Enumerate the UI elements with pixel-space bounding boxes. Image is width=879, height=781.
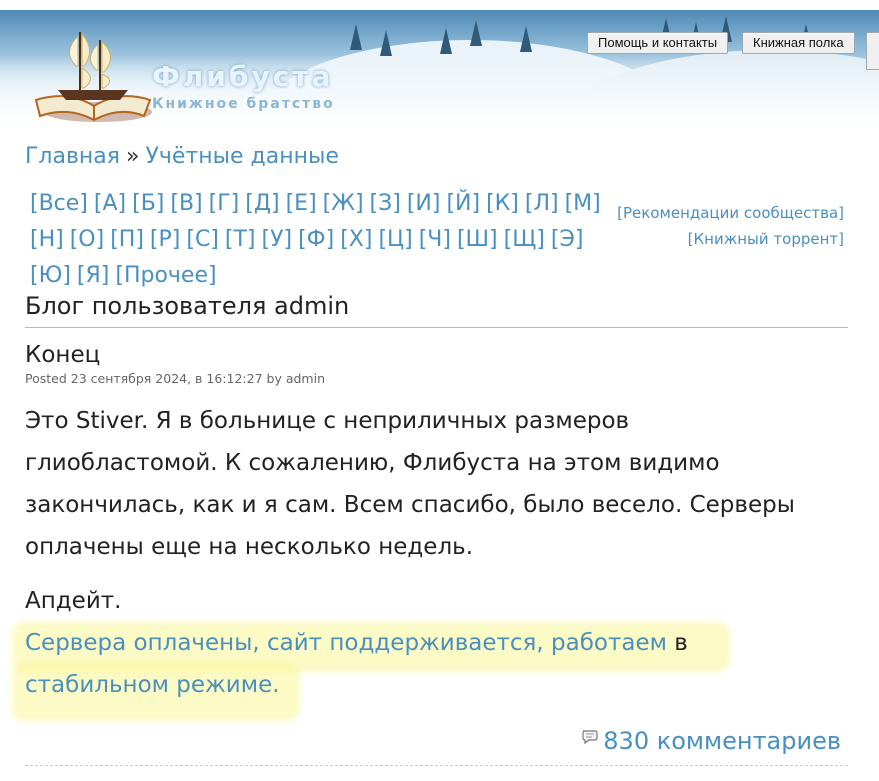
header-tab-edge: [866, 32, 879, 70]
alphabet-link[interactable]: [Г]: [209, 191, 240, 216]
recommendations-link[interactable]: [Рекомендации сообщества]: [617, 204, 844, 222]
alphabet-link[interactable]: [З]: [370, 191, 401, 216]
alphabet-link[interactable]: [Ж]: [323, 191, 364, 216]
site-header: Флибуста Книжное братство Помощь и конта…: [0, 10, 879, 125]
alphabet-link[interactable]: [Ф]: [298, 227, 334, 252]
alphabet-link[interactable]: [Н]: [30, 227, 64, 252]
tree-decoration: [470, 20, 482, 46]
alphabet-link-other[interactable]: [Прочее]: [115, 263, 216, 288]
comments-link-wrapper[interactable]: 830 комментариев: [581, 727, 841, 755]
alphabet-link[interactable]: [Х]: [340, 227, 372, 252]
alphabet-link[interactable]: [Ш]: [457, 227, 498, 252]
alphabet-link[interactable]: [М]: [565, 191, 601, 216]
alphabet-link[interactable]: [И]: [407, 191, 441, 216]
alphabet-link[interactable]: [В]: [170, 191, 202, 216]
alphabet-link[interactable]: [Щ]: [504, 227, 545, 252]
alphabet-link[interactable]: [П]: [110, 227, 144, 252]
post-body: Это Stiver. Я в больнице с неприличных р…: [25, 400, 825, 568]
alphabet-link[interactable]: [К]: [486, 191, 519, 216]
alphabet-link[interactable]: [О]: [70, 227, 104, 252]
post-meta: Posted 23 сентября 2024, в 16:12:27 by a…: [25, 371, 325, 386]
post-divider: [25, 765, 848, 766]
alphabet-link[interactable]: [Б]: [132, 191, 164, 216]
tree-decoration: [350, 24, 362, 50]
bookshelf-button[interactable]: Книжная полка: [742, 32, 855, 54]
title-divider: [25, 327, 848, 328]
alphabet-link[interactable]: [Д]: [245, 191, 279, 216]
site-subtitle: Книжное братство: [152, 96, 335, 112]
alphabet-link[interactable]: [Р]: [150, 227, 180, 252]
tree-decoration: [440, 28, 452, 54]
alphabet-link[interactable]: [Ц]: [378, 227, 412, 252]
update-text: Сервера оплачены, сайт поддерживается, р…: [25, 622, 785, 706]
comments-count-link[interactable]: 830 комментариев: [603, 727, 841, 755]
blog-title: Блог пользователя admin: [25, 292, 350, 320]
site-title[interactable]: Флибуста: [152, 60, 333, 93]
help-contacts-button[interactable]: Помощь и контакты: [587, 32, 729, 54]
post-body-text: Это Stiver. Я в больнице с неприличных р…: [25, 408, 795, 560]
tree-decoration: [380, 30, 392, 56]
alphabet-link[interactable]: [Й]: [446, 191, 480, 216]
alphabet-link[interactable]: [Ч]: [419, 227, 451, 252]
alphabet-link[interactable]: [Т]: [225, 227, 256, 252]
alphabet-link[interactable]: [У]: [262, 227, 293, 252]
alphabet-link[interactable]: [Э]: [551, 227, 584, 252]
ship-book-logo[interactable]: [28, 20, 153, 125]
side-links: [Рекомендации сообщества] [Книжный торре…: [614, 200, 844, 252]
alphabet-link[interactable]: [Л]: [525, 191, 559, 216]
alphabet-link[interactable]: [Я]: [77, 263, 109, 288]
alphabet-link-all[interactable]: [Все]: [30, 191, 88, 216]
comment-bubble-icon: [582, 730, 598, 745]
update-plain-text: в: [666, 630, 688, 656]
alphabet-nav: [Все] [А] [Б] [В] [Г] [Д] [Е] [Ж] [З] [И] [Й] [К] [Л…: [30, 186, 630, 294]
post-title[interactable]: Конец: [25, 342, 100, 368]
alphabet-link[interactable]: [С]: [186, 227, 219, 252]
alphabet-link[interactable]: [Ю]: [30, 263, 71, 288]
update-label: Апдейт.: [25, 588, 122, 614]
breadcrumb-separator: »: [126, 144, 140, 169]
alphabet-link[interactable]: [А]: [94, 191, 126, 216]
update-link[interactable]: стабильном режиме.: [25, 672, 280, 698]
update-link[interactable]: Сервера оплачены, сайт поддерживается, р…: [25, 630, 667, 656]
breadcrumb: Главная» Учётные данные: [25, 144, 339, 169]
breadcrumb-account-link[interactable]: Учётные данные: [146, 144, 339, 169]
breadcrumb-home-link[interactable]: Главная: [25, 144, 120, 169]
alphabet-link[interactable]: [Е]: [286, 191, 317, 216]
torrent-link[interactable]: [Книжный торрент]: [688, 230, 844, 248]
tree-decoration: [520, 26, 532, 52]
